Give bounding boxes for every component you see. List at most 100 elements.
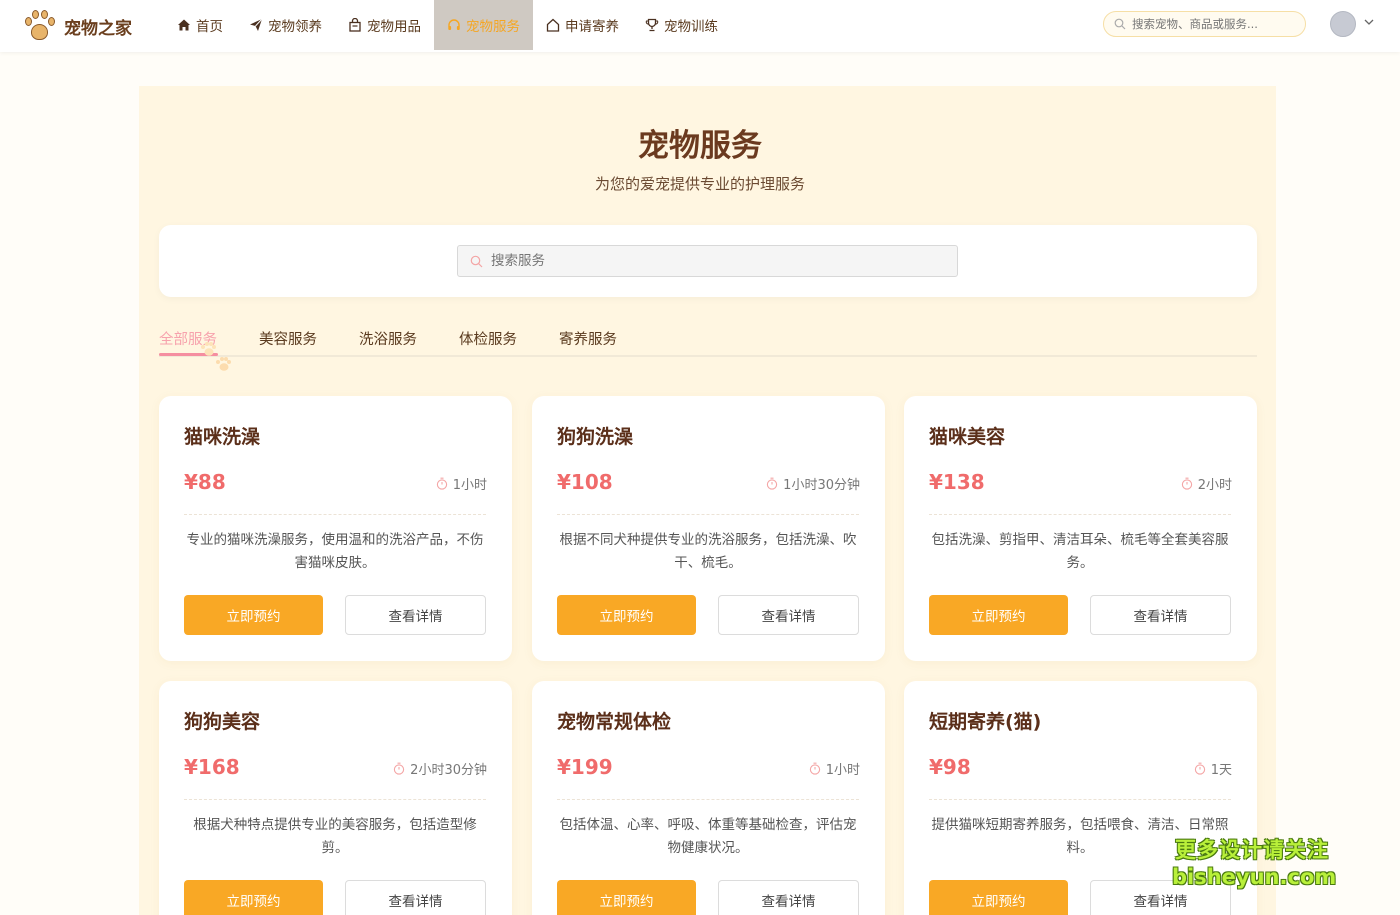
paper-plane-icon — [250, 18, 263, 31]
card-divider — [557, 799, 859, 800]
page-title: 宠物服务 — [638, 128, 762, 164]
nav-item-label: 宠物服务 — [466, 19, 520, 35]
tab-boarding[interactable]: 寄养服务 — [559, 328, 617, 349]
watermark-line2: bisheyun.com — [1172, 865, 1337, 889]
service-search-card — [159, 225, 1257, 297]
duration-text: 1小时 — [452, 478, 487, 493]
service-price: ¥98 — [929, 755, 971, 779]
timer-icon — [436, 477, 447, 490]
service-card: 宠物常规体检 ¥199 1小时 包括体温、心率、呼吸、体重等基础检查，评估宠物健… — [532, 681, 885, 915]
nav-item-home[interactable]: 首页 — [164, 0, 236, 50]
book-now-button[interactable]: 立即预约 — [184, 595, 323, 635]
tab-checkup[interactable]: 体检服务 — [459, 328, 517, 349]
service-price: ¥108 — [557, 470, 613, 494]
nav-item-training[interactable]: 宠物训练 — [632, 0, 731, 50]
headset-icon — [448, 19, 460, 30]
view-details-button[interactable]: 查看详情 — [718, 880, 859, 915]
service-card: 猫咪美容 ¥138 2小时 包括洗澡、剪指甲、清洁耳朵、梳毛等全套美容服务。 立… — [904, 396, 1257, 661]
book-now-button[interactable]: 立即预约 — [184, 880, 323, 915]
service-description: 专业的猫咪洗澡服务，使用温和的洗浴产品，不伤害猫咪皮肤。 — [186, 532, 484, 571]
watermark: 更多设计请关注 bisheyun.com — [1172, 836, 1337, 890]
watermark-line1: 更多设计请关注 — [1175, 838, 1329, 862]
duration-text: 2小时30分钟 — [410, 763, 487, 778]
paw-decoration-icon — [216, 357, 231, 371]
avatar[interactable] — [1330, 11, 1356, 37]
service-name: 猫咪洗澡 — [184, 426, 261, 448]
page-subtitle: 为您的爱宠提供专业的护理服务 — [594, 175, 805, 193]
service-search-input[interactable] — [491, 253, 941, 269]
timer-icon — [1194, 762, 1205, 775]
service-duration: 2小时30分钟 — [393, 759, 487, 778]
service-category-tabs: 全部服务 美容服务 洗浴服务 体检服务 寄养服务 — [159, 325, 1257, 357]
service-description: 根据犬种特点提供专业的美容服务，包括造型修剪。 — [193, 817, 477, 856]
home-icon — [178, 19, 190, 31]
nav-item-boarding-apply[interactable]: 申请寄养 — [533, 0, 632, 50]
global-search[interactable] — [1103, 11, 1306, 37]
service-price: ¥168 — [184, 755, 240, 779]
service-card: 狗狗美容 ¥168 2小时30分钟 根据犬种特点提供专业的美容服务，包括造型修剪… — [159, 681, 512, 915]
view-details-button[interactable]: 查看详情 — [345, 880, 486, 915]
card-divider — [184, 514, 486, 515]
service-price: ¥199 — [557, 755, 613, 779]
search-icon — [470, 255, 483, 267]
nav-item-label: 宠物领养 — [268, 19, 322, 35]
timer-icon — [809, 762, 820, 775]
top-navbar: 宠物之家 首页 宠物领养 宠物用品 宠物服务 申请寄养 宠物训练 — [0, 0, 1400, 52]
service-name: 猫咪美容 — [929, 426, 1006, 448]
service-duration: 1天 — [1194, 759, 1232, 778]
view-details-button[interactable]: 查看详情 — [1090, 595, 1231, 635]
card-divider — [557, 514, 859, 515]
nav-menu: 首页 宠物领养 宠物用品 宠物服务 申请寄养 宠物训练 — [164, 0, 731, 52]
paw-logo-icon — [22, 9, 56, 43]
brand[interactable]: 宠物之家 — [22, 9, 162, 43]
nav-item-label: 首页 — [196, 19, 223, 35]
service-search[interactable] — [457, 245, 958, 277]
global-search-input[interactable] — [1132, 17, 1302, 31]
nav-item-label: 宠物用品 — [367, 19, 421, 35]
service-price: ¥88 — [184, 470, 226, 494]
book-now-button[interactable]: 立即预约 — [929, 595, 1068, 635]
service-name: 短期寄养(猫) — [929, 711, 1042, 733]
nav-item-label: 申请寄养 — [565, 19, 619, 35]
service-duration: 1小时30分钟 — [766, 474, 860, 493]
service-duration: 2小时 — [1181, 474, 1232, 493]
service-card: 狗狗洗澡 ¥108 1小时30分钟 根据不同犬种提供专业的洗浴服务，包括洗澡、吹… — [532, 396, 885, 661]
shopping-bag-icon — [349, 18, 361, 32]
service-description: 根据不同犬种提供专业的洗浴服务，包括洗澡、吹干、梳毛。 — [559, 532, 857, 571]
duration-text: 1天 — [1210, 763, 1232, 778]
service-description: 包括体温、心率、呼吸、体重等基础检查，评估宠物健康状况。 — [559, 817, 857, 856]
book-now-button[interactable]: 立即预约 — [557, 880, 696, 915]
nav-item-label: 宠物训练 — [664, 19, 718, 35]
nav-item-services[interactable]: 宠物服务 — [434, 0, 533, 50]
duration-text: 1小时30分钟 — [783, 478, 860, 493]
service-duration: 1小时 — [436, 474, 487, 493]
book-now-button[interactable]: 立即预约 — [557, 595, 696, 635]
house-icon — [546, 18, 560, 32]
service-duration: 1小时 — [809, 759, 860, 778]
service-description: 包括洗澡、剪指甲、清洁耳朵、梳毛等全套美容服务。 — [931, 532, 1229, 571]
view-details-button[interactable]: 查看详情 — [718, 595, 859, 635]
card-divider — [929, 799, 1231, 800]
chevron-down-icon[interactable] — [1363, 17, 1375, 27]
trophy-icon — [645, 18, 659, 32]
timer-icon — [1181, 477, 1192, 490]
duration-text: 2小时 — [1197, 478, 1232, 493]
service-name: 狗狗美容 — [184, 711, 261, 733]
duration-text: 1小时 — [825, 763, 860, 778]
tab-bathing[interactable]: 洗浴服务 — [359, 328, 417, 349]
search-icon — [1114, 18, 1126, 30]
timer-icon — [394, 762, 405, 775]
timer-icon — [767, 477, 778, 490]
service-price: ¥138 — [929, 470, 985, 494]
view-details-button[interactable]: 查看详情 — [345, 595, 486, 635]
nav-item-supplies[interactable]: 宠物用品 — [335, 0, 434, 50]
tab-grooming[interactable]: 美容服务 — [259, 328, 317, 349]
nav-item-adoption[interactable]: 宠物领养 — [236, 0, 335, 50]
card-divider — [184, 799, 486, 800]
service-name: 宠物常规体检 — [557, 711, 672, 733]
book-now-button[interactable]: 立即预约 — [929, 880, 1068, 915]
brand-name: 宠物之家 — [64, 18, 132, 39]
service-card: 猫咪洗澡 ¥88 1小时 专业的猫咪洗澡服务，使用温和的洗浴产品，不伤害猫咪皮肤… — [159, 396, 512, 661]
service-name: 狗狗洗澡 — [557, 426, 634, 448]
card-divider — [929, 514, 1231, 515]
